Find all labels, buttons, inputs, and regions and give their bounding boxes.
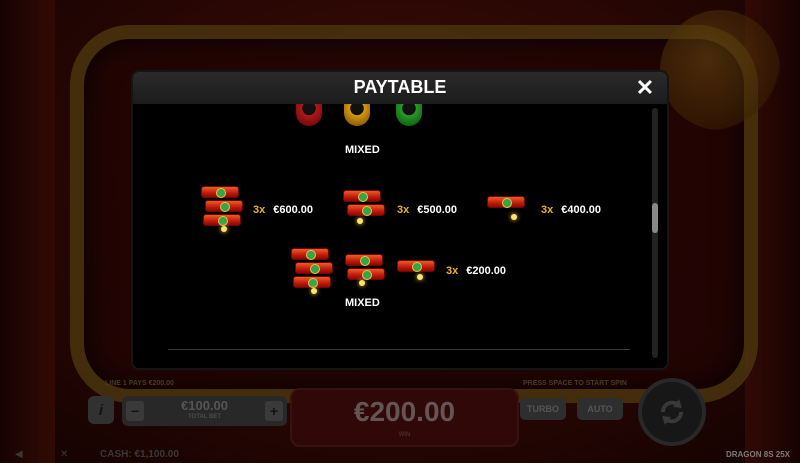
pay-multiplier: 3x (541, 204, 554, 216)
firecracker-2-symbol (341, 188, 387, 226)
firecracker-3-symbol (199, 182, 245, 232)
pay-value: €200.00 (466, 265, 507, 277)
pay-multiplier: 3x (446, 265, 459, 277)
pay-multiplier: 3x (397, 204, 410, 216)
mixed-firecrackers-label: MIXED (345, 297, 380, 309)
paytable-row-3-firecrackers: 3x €600.00 (245, 204, 313, 216)
green-bell-symbol (396, 104, 422, 126)
mixed-firecracker-symbols (289, 246, 439, 294)
yellow-bell-symbol (344, 104, 370, 126)
paytable-row-mixed-firecrackers: 3x €200.00 (438, 265, 506, 277)
paytable-row-1-firecracker: 3x €400.00 (533, 204, 601, 216)
firecracker-1-symbol (485, 194, 531, 224)
modal-header: PAYTABLE ✕ (133, 72, 667, 104)
scrollbar[interactable] (652, 108, 658, 358)
paytable-modal: PAYTABLE ✕ MIXED 3x €600.00 3x €500.00 3… (133, 72, 667, 368)
close-icon[interactable]: ✕ (633, 76, 657, 100)
pay-value: €500.00 (417, 204, 458, 216)
paytable-row-2-firecrackers: 3x €500.00 (389, 204, 457, 216)
pay-value: €600.00 (273, 204, 314, 216)
pay-multiplier: 3x (253, 204, 266, 216)
mixed-bells-label: MIXED (345, 144, 380, 156)
divider (168, 349, 630, 350)
pay-value: €400.00 (561, 204, 602, 216)
red-bell-symbol (296, 104, 322, 126)
scrollbar-thumb[interactable] (652, 203, 658, 233)
modal-title: PAYTABLE (353, 77, 447, 97)
